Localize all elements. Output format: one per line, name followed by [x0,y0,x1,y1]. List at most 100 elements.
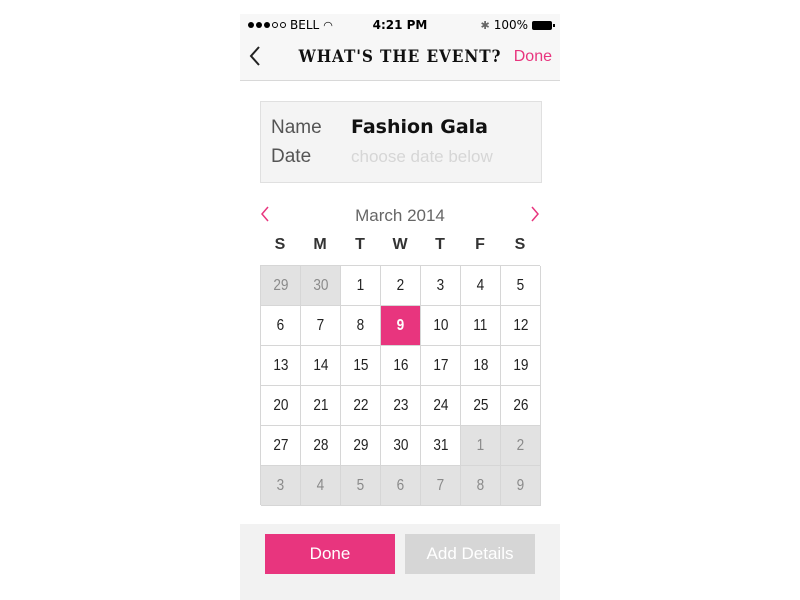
weekday-label: F [475,236,485,253]
bluetooth-icon: ✱ [480,18,490,32]
calendar-day-number: 5 [356,476,365,494]
calendar-day[interactable]: 15 [341,346,381,386]
page-title: WHAT'S THE EVENT? [298,47,502,67]
weekday-row: S M T W T F S [260,236,540,258]
weekday-label: M [313,236,327,253]
calendar-day-number: 8 [476,476,485,494]
calendar-day[interactable]: 30 [381,426,421,466]
calendar-day[interactable]: 6 [381,466,421,506]
date-label: Date [271,146,312,167]
calendar-day[interactable]: 28 [301,426,341,466]
weekday-label: T [355,236,365,253]
calendar-day[interactable]: 31 [421,426,461,466]
calendar-day-number: 4 [316,476,325,494]
date-field-placeholder[interactable]: choose date below [351,147,493,167]
calendar-day-number: 11 [473,316,488,334]
calendar-day-number: 29 [352,436,369,454]
chevron-right-icon [531,206,539,222]
calendar-day-number: 4 [476,276,485,294]
calendar-day[interactable]: 20 [261,386,301,426]
calendar-day-number: 3 [276,476,285,494]
battery-group: ✱ 100% [480,18,555,32]
calendar-day-selected[interactable]: 9 [381,306,421,346]
battery-percent: 100% [493,18,528,32]
calendar-day-number: 27 [272,436,289,454]
calendar-day-number: 14 [312,356,329,374]
calendar-day-number: 29 [272,276,289,294]
calendar-day[interactable]: 11 [461,306,501,346]
weekday-label: T [435,236,445,253]
calendar-day[interactable]: 26 [501,386,541,426]
calendar-day[interactable]: 5 [341,466,381,506]
weekday-label: S [274,236,286,253]
calendar-day-number: 9 [516,476,525,494]
calendar-day-number: 22 [352,396,369,414]
calendar-day[interactable]: 21 [301,386,341,426]
calendar-day[interactable]: 2 [381,266,421,306]
calendar-day-number: 6 [396,476,405,494]
battery-icon [532,20,555,30]
calendar-day[interactable]: 4 [461,266,501,306]
calendar-day[interactable]: 10 [421,306,461,346]
calendar-day-number: 30 [312,276,329,294]
calendar-day[interactable]: 9 [501,466,541,506]
calendar-day[interactable]: 4 [301,466,341,506]
add-details-button[interactable]: Add Details [405,534,535,574]
calendar-day[interactable]: 8 [461,466,501,506]
calendar-day-number: 1 [476,436,485,454]
calendar-day[interactable]: 3 [261,466,301,506]
calendar-day[interactable]: 14 [301,346,341,386]
calendar-day[interactable]: 18 [461,346,501,386]
calendar-day[interactable]: 17 [421,346,461,386]
calendar-day[interactable]: 6 [261,306,301,346]
calendar-day-number: 25 [472,396,489,414]
month-label: March 2014 [355,206,445,225]
calendar-day-number: 5 [516,276,525,294]
nav-bar: WHAT'S THE EVENT? Done [240,36,560,81]
calendar-day[interactable]: 7 [301,306,341,346]
calendar-day[interactable]: 23 [381,386,421,426]
calendar-day-number: 21 [312,396,329,414]
calendar-day[interactable]: 27 [261,426,301,466]
calendar-day[interactable]: 29 [341,426,381,466]
calendar-day-number: 2 [516,436,525,454]
calendar-day[interactable]: 12 [501,306,541,346]
calendar-day-number: 18 [472,356,489,374]
calendar-day[interactable]: 13 [261,346,301,386]
calendar-day-number: 1 [356,276,365,294]
calendar-day[interactable]: 5 [501,266,541,306]
calendar-day[interactable]: 25 [461,386,501,426]
calendar-day-number: 8 [356,316,365,334]
nav-done-button[interactable]: Done [514,48,552,66]
calendar-day[interactable]: 16 [381,346,421,386]
calendar-day[interactable]: 22 [341,386,381,426]
calendar-day[interactable]: 1 [341,266,381,306]
calendar-day-number: 19 [512,356,529,374]
event-name-field[interactable]: Fashion Gala [351,116,488,138]
calendar-day[interactable]: 30 [301,266,341,306]
calendar-day[interactable]: 7 [421,466,461,506]
calendar-day-number: 31 [432,436,449,454]
calendar-day[interactable]: 29 [261,266,301,306]
calendar-day-number: 17 [432,356,449,374]
calendar-day-number: 15 [352,356,369,374]
calendar-day-number: 28 [312,436,329,454]
calendar-day[interactable]: 24 [421,386,461,426]
calendar-day[interactable]: 19 [501,346,541,386]
calendar-day-number: 20 [272,396,289,414]
calendar-day-number: 16 [392,356,409,374]
calendar-day-number: 7 [436,476,445,494]
event-info-card: Name Fashion Gala Date choose date below [260,101,542,183]
done-button[interactable]: Done [265,534,395,574]
calendar-day[interactable]: 3 [421,266,461,306]
status-bar: BELL ◠ 4:21 PM ✱ 100% [240,14,560,36]
calendar-day-number: 10 [432,316,449,334]
next-month-button[interactable] [530,204,540,228]
calendar-day[interactable]: 2 [501,426,541,466]
phone-screen: BELL ◠ 4:21 PM ✱ 100% WHAT'S THE EVENT? … [240,0,560,600]
name-label: Name [271,117,322,138]
calendar-header: March 2014 [260,204,540,228]
calendar-grid: 29 30 1 2 3 4 5 6 7 8 9 10 11 12 13 14 15 16 17 18 19 20 21 22 2… [260,265,541,506]
calendar-day[interactable]: 8 [341,306,381,346]
calendar-day[interactable]: 1 [461,426,501,466]
